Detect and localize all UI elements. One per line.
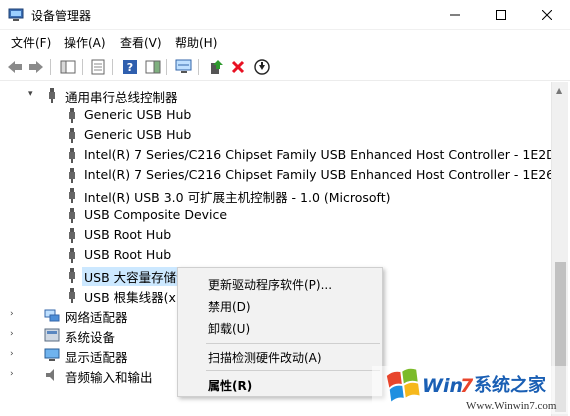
tree-category-label: 系统设备	[65, 330, 116, 345]
window-title: 设备管理器	[31, 9, 92, 23]
arrow-right-icon	[29, 61, 43, 73]
svg-text:7: 7	[460, 375, 474, 397]
menu-item-properties[interactable]: 属性(R)	[208, 377, 252, 394]
usb-plug-icon	[69, 228, 75, 243]
properties-toolbar-button[interactable]	[88, 57, 108, 77]
minimize-button[interactable]	[432, 0, 478, 30]
svg-text:?: ?	[127, 61, 133, 74]
svg-text:系统之家: 系统之家	[474, 374, 547, 396]
usb-plug-icon	[69, 168, 75, 183]
tree-device-item[interactable]: Intel(R) 7 Series/C216 Chipset Family US…	[2, 165, 551, 185]
scroll-up-arrow-icon[interactable]: ▲	[556, 86, 562, 95]
menu-item-uninstall[interactable]: 卸载(U)	[208, 320, 250, 337]
tree-category-usb[interactable]: ▾ 通用串行总线控制器	[2, 85, 551, 105]
tree-category-label: 音频输入和输出	[65, 370, 153, 385]
disable-device-toolbar-button[interactable]	[252, 57, 272, 77]
close-icon	[542, 10, 552, 20]
help-toolbar-button[interactable]: ?	[120, 57, 140, 77]
tree-category-label: 通用串行总线控制器	[65, 90, 178, 105]
menu-help[interactable]: 帮助(H)	[175, 34, 217, 51]
update-driver-icon	[211, 60, 223, 74]
maximize-icon	[496, 10, 506, 20]
tree-device-item[interactable]: Intel(R) USB 3.0 可扩展主机控制器 - 1.0 (Microso…	[2, 185, 551, 205]
usb-plug-icon	[69, 128, 75, 143]
properties-icon	[91, 59, 105, 75]
menu-item-scan-hardware[interactable]: 扫描检测硬件改动(A)	[208, 349, 322, 366]
console-tree-icon	[60, 60, 76, 74]
expand-arrow-icon[interactable]: ›	[10, 329, 20, 341]
usb-plug-icon	[49, 88, 55, 103]
context-menu: 更新驱动程序软件(P)... 禁用(D) 卸载(U) 扫描检测硬件改动(A) 属…	[177, 267, 383, 397]
tree-device-label: USB Root Hub	[84, 227, 172, 242]
menu-view[interactable]: 查看(V)	[120, 34, 162, 51]
tree-device-label: USB Composite Device	[84, 207, 228, 222]
collapse-arrow-icon[interactable]: ▾	[28, 89, 38, 101]
disable-device-icon	[254, 59, 270, 75]
maximize-button[interactable]	[478, 0, 524, 30]
usb-plug-icon	[69, 188, 75, 203]
menu-bar: 文件(F) 操作(A) 查看(V) 帮助(H)	[0, 30, 570, 52]
tree-device-item[interactable]: Generic USB Hub	[2, 105, 551, 125]
show-hide-console-tree-button[interactable]	[58, 57, 78, 77]
tree-device-label: Intel(R) USB 3.0 可扩展主机控制器 - 1.0 (Microso…	[84, 190, 391, 205]
tree-device-label: Generic USB Hub	[84, 107, 192, 122]
update-driver-toolbar-button[interactable]	[206, 57, 226, 77]
arrow-left-icon	[8, 61, 22, 73]
uninstall-toolbar-button[interactable]	[228, 57, 248, 77]
watermark-url: Www.Winwin7.com	[466, 400, 557, 412]
title-bar: 设备管理器	[0, 0, 570, 30]
watermark-logo: Win 7 系统之家 Www.Winwin7.com	[372, 362, 570, 416]
svg-text:Win: Win	[422, 375, 463, 397]
expand-arrow-icon[interactable]: ›	[10, 369, 20, 381]
forward-button[interactable]	[26, 57, 46, 77]
tree-device-label: USB Root Hub	[84, 247, 172, 262]
toolbar-separator	[166, 59, 167, 75]
menu-item-update-driver[interactable]: 更新驱动程序软件(P)...	[208, 276, 332, 293]
usb-plug-icon	[69, 208, 75, 223]
speaker-icon	[46, 369, 54, 381]
menu-action[interactable]: 操作(A)	[64, 34, 106, 51]
menu-file[interactable]: 文件(F)	[11, 34, 51, 51]
back-button[interactable]	[5, 57, 25, 77]
action-pane-button[interactable]	[143, 57, 163, 77]
tree-device-item[interactable]: USB Root Hub	[2, 245, 551, 265]
menu-separator	[206, 343, 380, 344]
expand-arrow-icon[interactable]: ›	[10, 309, 20, 321]
menu-item-disable[interactable]: 禁用(D)	[208, 298, 251, 315]
tree-category-label: 显示适配器	[65, 350, 128, 365]
tree-device-label: Intel(R) 7 Series/C216 Chipset Family US…	[84, 167, 551, 182]
tree-device-label: Generic USB Hub	[84, 127, 192, 142]
tree-category-label: 网络适配器	[65, 310, 128, 325]
usb-plug-icon	[69, 288, 75, 303]
display-adapter-icon	[44, 348, 60, 361]
usb-plug-icon	[69, 268, 75, 283]
toolbar-separator	[112, 59, 113, 75]
delete-x-icon	[231, 60, 245, 74]
network-adapter-icon	[44, 309, 60, 322]
scan-hardware-toolbar-button[interactable]	[174, 57, 194, 77]
monitor-scan-icon	[175, 59, 192, 73]
usb-plug-icon	[69, 108, 75, 123]
toolbar: ?	[0, 53, 570, 81]
tree-device-item[interactable]: Generic USB Hub	[2, 125, 551, 145]
usb-plug-icon	[69, 248, 75, 263]
system-device-icon	[44, 328, 60, 342]
toolbar-separator	[82, 59, 83, 75]
tree-device-item[interactable]: Intel(R) 7 Series/C216 Chipset Family US…	[2, 145, 551, 165]
action-pane-icon	[145, 60, 161, 74]
help-icon: ?	[123, 60, 137, 74]
toolbar-separator	[198, 59, 199, 75]
menu-separator	[206, 370, 380, 371]
device-manager-icon	[8, 8, 24, 21]
tree-device-label: Intel(R) 7 Series/C216 Chipset Family US…	[84, 147, 551, 162]
usb-plug-icon	[69, 148, 75, 163]
toolbar-separator	[50, 59, 51, 75]
minimize-icon	[450, 14, 460, 16]
expand-arrow-icon[interactable]: ›	[10, 349, 20, 361]
close-button[interactable]	[524, 0, 570, 30]
tree-device-item[interactable]: USB Composite Device	[2, 205, 551, 225]
tree-device-item[interactable]: USB Root Hub	[2, 225, 551, 245]
